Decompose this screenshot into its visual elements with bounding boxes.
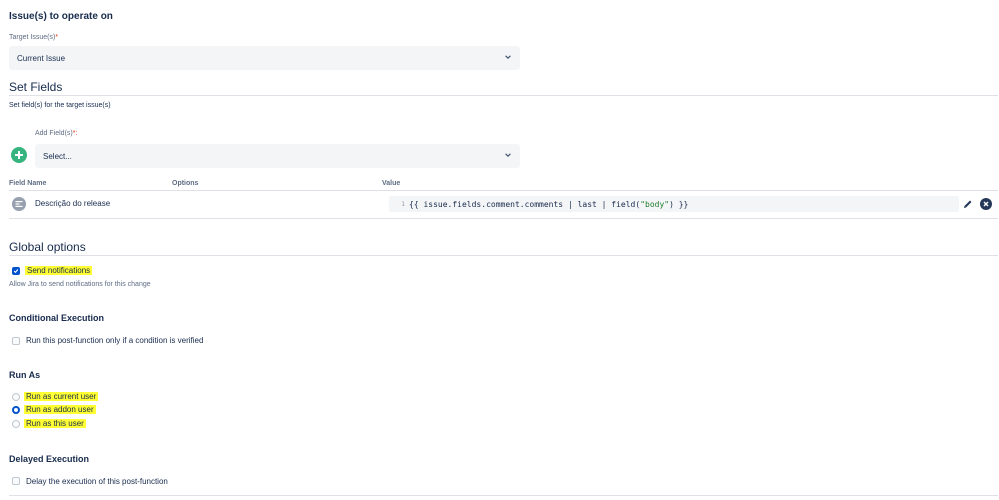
target-issues-label: Target Issue(s)*	[9, 34, 58, 41]
conditional-label[interactable]: Run this post-function only if a conditi…	[26, 336, 203, 345]
check-icon	[13, 269, 19, 274]
delayed-label[interactable]: Delay the execution of this post-functio…	[26, 477, 168, 486]
run-as-this-user-radio[interactable]	[12, 420, 20, 428]
value-code-editor[interactable]: 1 {{ issue.fields.comment.comments | las…	[389, 196, 959, 212]
set-fields-title: Set Fields	[9, 80, 63, 94]
run-as-current-user-radio[interactable]	[12, 393, 20, 401]
delayed-heading: Delayed Execution	[9, 454, 90, 464]
global-options-divider	[9, 255, 998, 256]
run-as-this-user-label[interactable]: Run as this user	[24, 419, 86, 428]
column-field-name: Field Name	[9, 180, 47, 187]
send-notifications-label[interactable]: Send notifications	[25, 266, 93, 275]
field-name-cell: Descrição do release	[35, 199, 111, 208]
chevron-down-icon	[505, 153, 511, 158]
remove-icon[interactable]	[980, 198, 992, 210]
target-issues-value: Current Issue	[17, 53, 66, 63]
table-header-divider	[9, 190, 998, 191]
target-issues-label-text: Target Issue(s)	[9, 34, 56, 41]
add-fields-label: Add Field(s)*:	[35, 130, 77, 137]
run-as-addon-user-radio[interactable]	[12, 406, 20, 414]
global-options-title: Global options	[9, 240, 86, 254]
operate-heading: Issue(s) to operate on	[9, 11, 113, 22]
field-type-icon	[12, 197, 26, 211]
set-fields-subtitle: Set field(s) for the target issue(s)	[9, 102, 111, 109]
bottom-divider	[9, 495, 998, 496]
send-notifications-desc: Allow Jira to send notifications for thi…	[9, 281, 151, 288]
line-number: 1	[401, 200, 405, 208]
add-icon[interactable]	[11, 147, 27, 163]
send-notifications-label-text: Send notifications	[25, 266, 93, 275]
conditional-heading: Conditional Execution	[9, 313, 105, 323]
run-as-heading: Run As	[9, 370, 41, 380]
add-fields-select[interactable]: Select...	[35, 144, 520, 168]
target-issues-select[interactable]: Current Issue	[9, 46, 520, 70]
send-notifications-checkbox[interactable]	[12, 267, 20, 275]
add-fields-label-text: Add Field(s)	[35, 130, 73, 137]
run-as-addon-user-label[interactable]: Run as addon user	[24, 405, 96, 414]
delayed-checkbox[interactable]	[12, 477, 20, 485]
required-mark: *:	[72, 130, 78, 137]
run-as-addon-user-text: Run as addon user	[24, 405, 96, 414]
required-mark: *	[55, 34, 59, 41]
column-options: Options	[172, 180, 199, 187]
column-value: Value	[382, 180, 401, 187]
table-row: Descrição do release 1 {{ issue.fields.c…	[9, 192, 998, 217]
edit-icon[interactable]	[963, 199, 973, 209]
conditional-checkbox[interactable]	[12, 337, 20, 345]
chevron-down-icon	[505, 55, 511, 60]
code-string: "body"	[640, 199, 670, 209]
table-row-divider	[9, 218, 998, 219]
add-fields-placeholder: Select...	[43, 151, 72, 161]
code-prefix: {{ issue.fields.comment.comments | last …	[409, 199, 641, 209]
run-as-current-user-label[interactable]: Run as current user	[24, 392, 99, 401]
set-fields-divider	[9, 95, 998, 96]
run-as-this-user-text: Run as this user	[24, 419, 86, 428]
run-as-current-user-text: Run as current user	[24, 392, 99, 401]
code-suffix: ) }}	[669, 199, 689, 209]
